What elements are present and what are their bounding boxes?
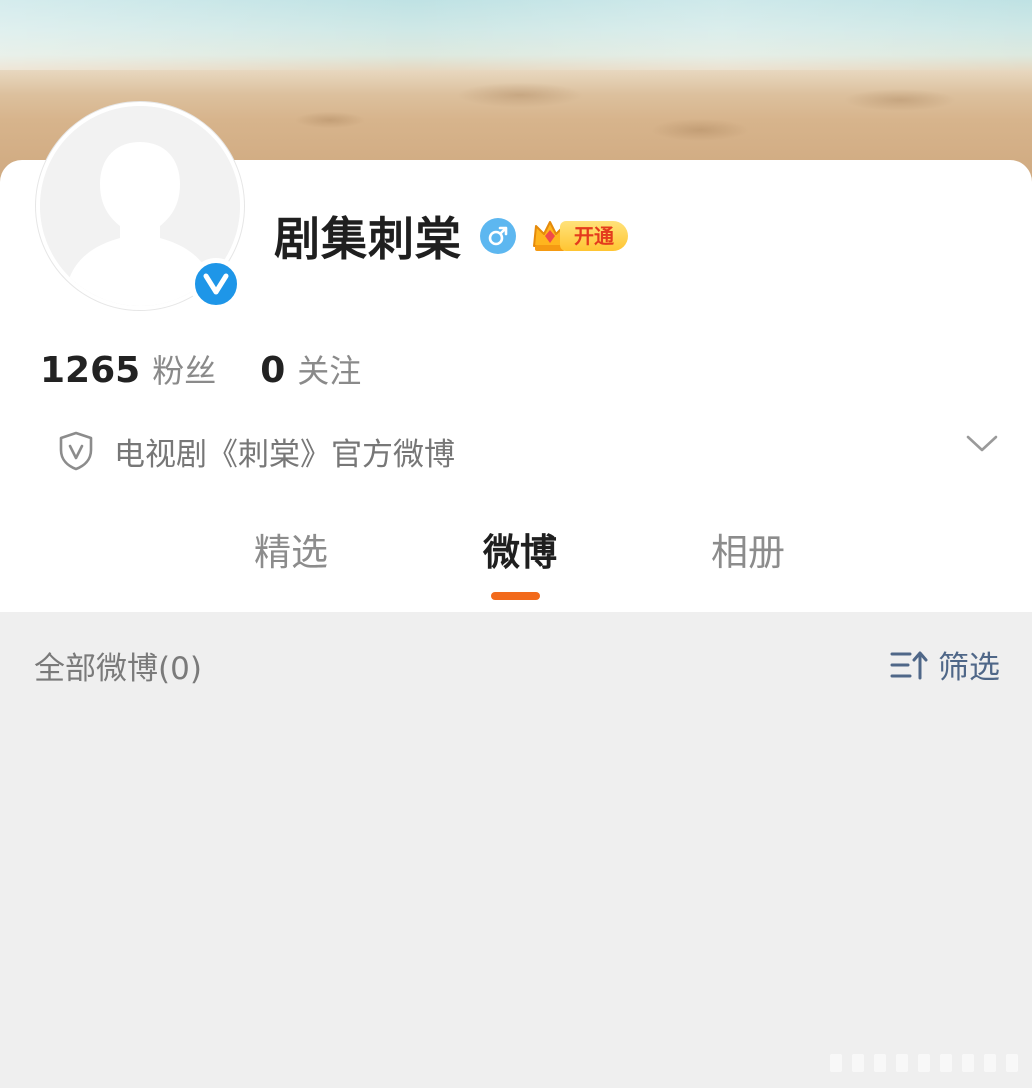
followers-label[interactable]: 粉丝 <box>152 346 216 392</box>
watermark-mark <box>852 1054 864 1072</box>
watermark-mark <box>940 1054 952 1072</box>
feed-title: 全部微博(0) <box>34 650 202 687</box>
following-label[interactable]: 关注 <box>297 346 361 392</box>
watermark-mark <box>918 1054 930 1072</box>
followers-count[interactable]: 1265 <box>40 350 140 391</box>
shield-verified-icon <box>58 431 96 471</box>
vip-open-label: 开通 <box>560 221 628 251</box>
name-row: 剧集刺棠 开通 <box>274 206 628 266</box>
male-icon <box>480 218 516 254</box>
active-tab-indicator <box>491 592 540 600</box>
watermark-mark <box>874 1054 886 1072</box>
feed-header: 全部微博(0) 筛选 <box>34 640 1000 690</box>
description-row[interactable]: 电视剧《刺棠》官方微博 <box>58 428 998 474</box>
stats-row: 1265 粉丝 0 关注 <box>40 346 361 392</box>
filter-button[interactable]: 筛选 <box>890 642 1000 687</box>
watermark-mark <box>1006 1054 1018 1072</box>
filter-sort-icon <box>890 651 928 679</box>
description-text: 电视剧《刺棠》官方微博 <box>114 436 455 473</box>
tab-featured[interactable]: 精选 <box>211 522 371 576</box>
watermark-mark <box>984 1054 996 1072</box>
cover-glow <box>0 0 1032 70</box>
tab-weibo[interactable]: 微博 <box>440 522 600 576</box>
watermark-mark <box>830 1054 842 1072</box>
watermark-mark <box>896 1054 908 1072</box>
vip-open-badge[interactable]: 开通 <box>530 216 628 256</box>
watermark-strip <box>830 1053 1030 1073</box>
following-count[interactable]: 0 <box>260 350 285 391</box>
filter-label: 筛选 <box>938 650 1000 686</box>
verified-v-icon <box>190 258 242 310</box>
chevron-down-icon[interactable] <box>966 434 998 458</box>
tab-album[interactable]: 相册 <box>668 522 828 576</box>
profile-page: 剧集刺棠 开通 1265 粉丝 0 关注 电视剧《刺棠》官方微博 精选 微博 相… <box>0 0 1032 1088</box>
watermark-mark <box>962 1054 974 1072</box>
user-name: 剧集刺棠 <box>274 212 462 266</box>
